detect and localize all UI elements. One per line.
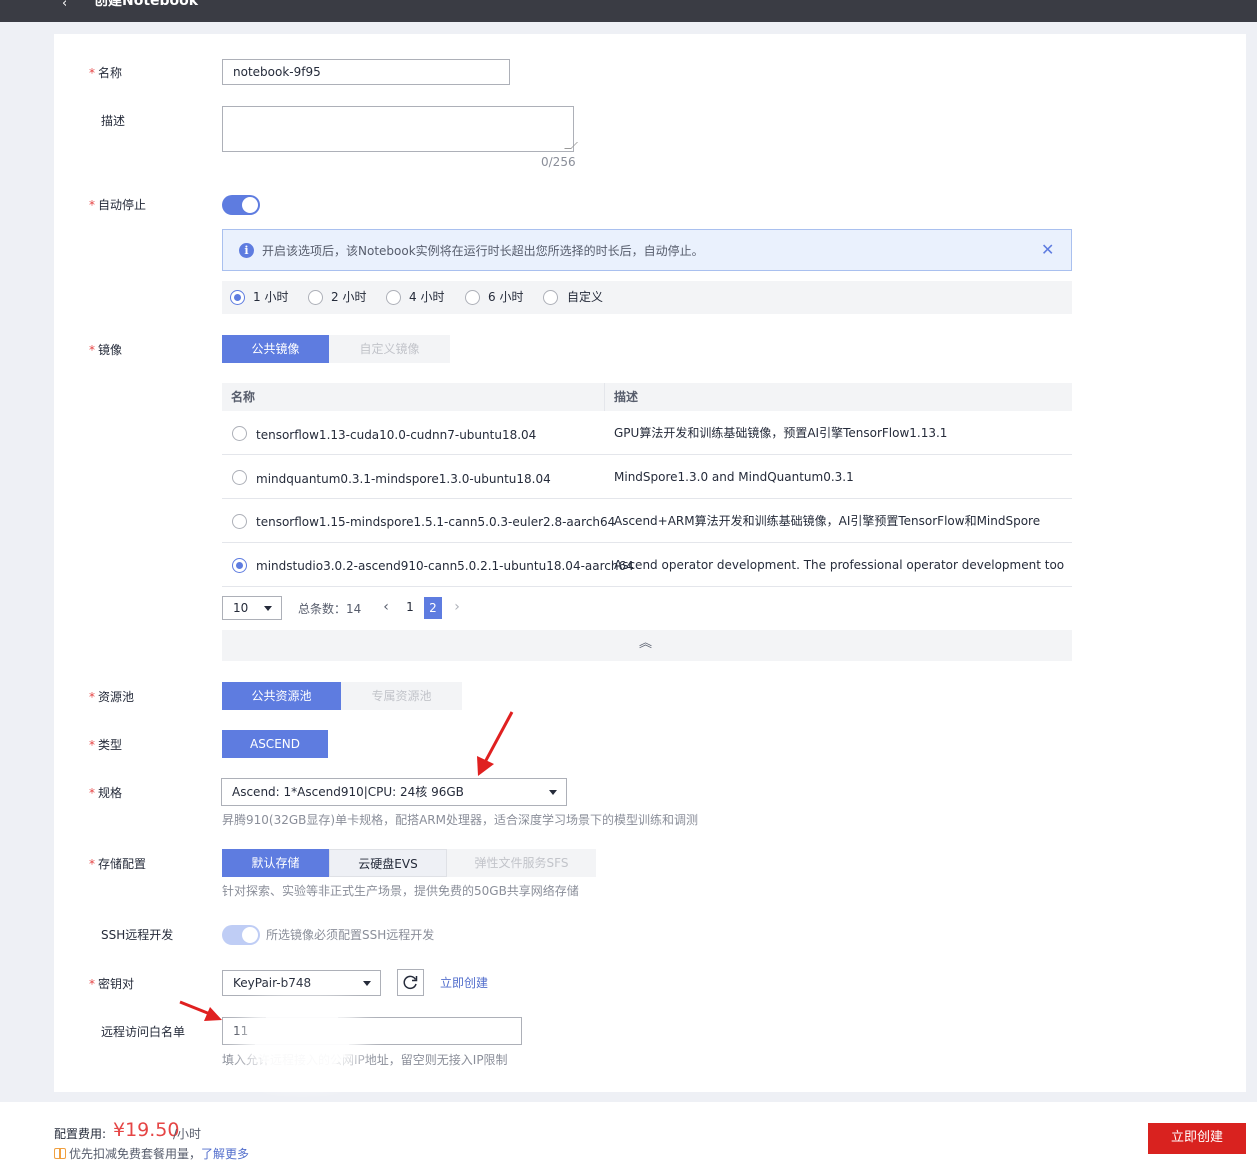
tab-evs-storage[interactable]: 云硬盘EVS xyxy=(329,849,447,877)
learn-more-link[interactable]: 了解更多 xyxy=(201,1147,249,1161)
tab-public-image[interactable]: 公共镜像 xyxy=(222,335,329,363)
radio-4h[interactable] xyxy=(386,290,401,305)
image-label: * 镜像 xyxy=(89,343,123,357)
column-desc: 描述 xyxy=(614,390,639,404)
image-table-header: 名称 描述 xyxy=(222,383,1072,411)
row-radio[interactable] xyxy=(232,426,247,441)
radio-1h[interactable] xyxy=(230,290,245,305)
tab-custom-image[interactable]: 自定义镜像 xyxy=(329,335,450,363)
keypair-label: * 密钥对 xyxy=(89,977,135,991)
image-name: tensorflow1.13-cuda10.0-cudnn7-ubuntu18.… xyxy=(256,428,537,442)
image-name: tensorflow1.15-mindspore1.5.1-cann5.0.3-… xyxy=(256,515,616,529)
column-name: 名称 xyxy=(231,390,256,404)
ssh-hint: 所选镜像必须配置SSH远程开发 xyxy=(266,928,435,942)
annotation-arrow-icon xyxy=(477,711,514,776)
ssh-toggle xyxy=(222,925,260,945)
row-radio-selected[interactable] xyxy=(232,558,247,573)
page-1[interactable]: 1 xyxy=(401,596,419,618)
tab-sfs-storage[interactable]: 弹性文件服务SFS xyxy=(447,849,596,877)
row-radio[interactable] xyxy=(232,470,247,485)
price: ¥19.50 xyxy=(113,1119,180,1141)
spec-label: * 规格 xyxy=(89,786,123,800)
collapse-bar[interactable]: ︽ xyxy=(222,630,1072,661)
page-title: 创建Notebook xyxy=(94,0,199,9)
radio-2h[interactable] xyxy=(308,290,323,305)
storage-hint: 针对探索、实验等非正式生产场景，提供免费的50GB共享网络存储 xyxy=(222,884,579,898)
type-label: * 类型 xyxy=(89,738,123,752)
chevron-double-up-icon[interactable]: ︽ xyxy=(639,636,652,652)
auto-stop-label: * 自动停止 xyxy=(89,198,147,212)
keypair-select[interactable]: KeyPair-b748 xyxy=(222,970,381,996)
create-keypair-link[interactable]: 立即创建 xyxy=(440,975,488,991)
radio-6h[interactable] xyxy=(465,290,480,305)
table-row[interactable]: tensorflow1.13-cuda10.0-cudnn7-ubuntu18.… xyxy=(222,411,1072,455)
pager-total: 总条数：14 xyxy=(298,602,362,616)
description-label: 描述 xyxy=(101,114,126,128)
gift-icon xyxy=(54,1148,66,1159)
page-size-select[interactable]: 10 xyxy=(222,596,282,620)
cost-label: 配置费用: xyxy=(54,1127,107,1141)
table-row[interactable]: mindquantum0.3.1-mindspore1.3.0-ubuntu18… xyxy=(222,455,1072,499)
image-name: mindstudio3.0.2-ascend910-cann5.0.2.1-ub… xyxy=(256,559,634,573)
page-2[interactable]: 2 xyxy=(424,597,442,619)
image-desc: MindSpore1.3.0 and MindQuantum0.3.1 xyxy=(614,470,854,484)
resource-pool-label: * 资源池 xyxy=(89,690,135,704)
description-counter: 0/256 xyxy=(541,155,576,169)
top-bar: ‹ 创建Notebook xyxy=(0,0,1257,22)
ssh-label: SSH远程开发 xyxy=(101,928,174,942)
chevron-down-icon xyxy=(363,981,371,986)
option-1h[interactable]: 1 小时 xyxy=(253,290,288,305)
next-page-icon[interactable]: › xyxy=(448,596,466,618)
chevron-down-icon xyxy=(549,790,557,795)
resize-grip-icon[interactable] xyxy=(564,142,578,149)
storage-label: * 存储配置 xyxy=(89,857,147,871)
tab-dedicated-pool[interactable]: 专属资源池 xyxy=(341,682,462,710)
spec-select[interactable]: Ascend: 1*Ascend910|CPU: 24核 96GB xyxy=(221,778,567,806)
whitelist-label: 远程访问白名单 xyxy=(101,1025,186,1039)
option-custom[interactable]: 自定义 xyxy=(567,290,603,305)
price-unit: /小时 xyxy=(173,1127,202,1141)
chevron-down-icon xyxy=(264,606,272,611)
auto-stop-alert: i 开启该选项后，该Notebook实例将在运行时长超出您所选择的时长后，自动停… xyxy=(222,229,1072,271)
annotation-arrow-icon xyxy=(179,1000,222,1021)
prev-page-icon[interactable]: ‹ xyxy=(377,596,395,618)
image-desc: Ascend operator development. The profess… xyxy=(614,558,1064,572)
footer-bar: 配置费用: ¥19.50 /小时 优先扣减免费套餐用量，了解更多 立即创建 xyxy=(0,1102,1257,1169)
spec-hint: 昇腾910(32GB显存)单卡规格，配搭ARM处理器，适合深度学习场景下的模型训… xyxy=(222,813,698,827)
tab-default-storage[interactable]: 默认存储 xyxy=(222,849,329,877)
table-row[interactable]: tensorflow1.15-mindspore1.5.1-cann5.0.3-… xyxy=(222,499,1072,543)
option-2h[interactable]: 2 小时 xyxy=(331,290,366,305)
description-textarea[interactable] xyxy=(222,106,578,152)
name-input[interactable]: notebook-9f95 xyxy=(222,59,510,85)
tab-public-pool[interactable]: 公共资源池 xyxy=(222,682,341,710)
redaction-blur xyxy=(254,1012,350,1068)
close-icon[interactable]: ✕ xyxy=(1041,242,1054,258)
type-ascend-button[interactable]: ASCEND xyxy=(222,730,328,758)
form-card: * 名称 notebook-9f95 描述 0/256 * 自动停止 i 开启该选项… xyxy=(54,34,1246,1092)
radio-custom[interactable] xyxy=(543,290,558,305)
alert-text: 开启该选项后，该Notebook实例将在运行时长超出您所选择的时长后，自动停止。 xyxy=(262,244,704,258)
info-icon: i xyxy=(239,243,254,258)
option-6h[interactable]: 6 小时 xyxy=(488,290,523,305)
image-desc: Ascend+ARM算法开发和训练基础镜像，AI引擎预置TensorFlow和M… xyxy=(614,514,1041,528)
refresh-button[interactable] xyxy=(397,969,424,996)
auto-stop-options: 1 小时 2 小时 4 小时 6 小时 自定义 xyxy=(222,281,1072,314)
name-label: * 名称 xyxy=(89,66,123,80)
image-desc: GPU算法开发和训练基础镜像，预置AI引擎TensorFlow1.13.1 xyxy=(614,426,948,440)
option-4h[interactable]: 4 小时 xyxy=(409,290,444,305)
auto-stop-toggle[interactable] xyxy=(222,195,260,215)
image-name: mindquantum0.3.1-mindspore1.3.0-ubuntu18… xyxy=(256,472,551,486)
back-icon[interactable]: ‹ xyxy=(62,0,67,10)
row-radio[interactable] xyxy=(232,514,247,529)
refresh-icon xyxy=(403,975,418,990)
table-row[interactable]: mindstudio3.0.2-ascend910-cann5.0.2.1-ub… xyxy=(222,543,1072,587)
discount-note: 优先扣减免费套餐用量，了解更多 xyxy=(69,1147,250,1161)
create-now-button[interactable]: 立即创建 xyxy=(1148,1123,1246,1154)
